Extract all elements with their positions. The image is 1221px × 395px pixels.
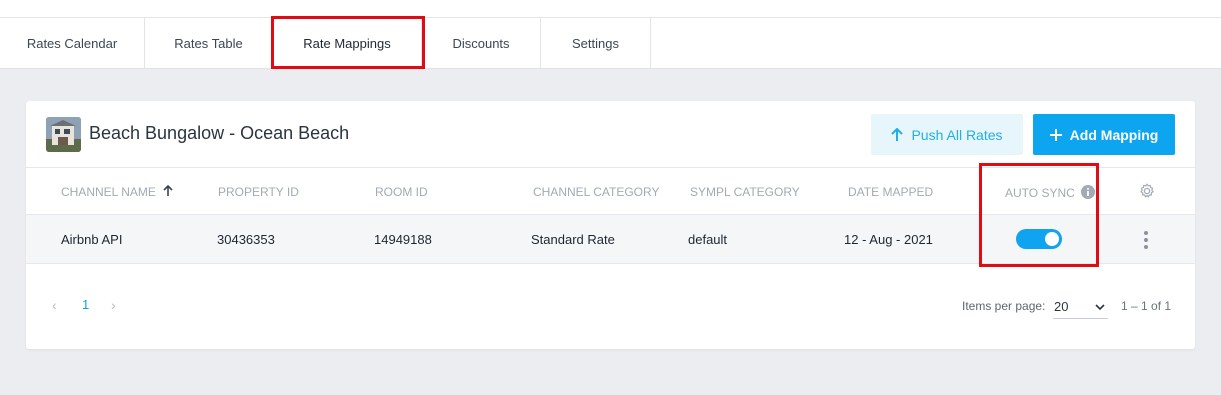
items-per-page-label: Items per page:: [962, 299, 1046, 313]
auto-sync-toggle[interactable]: [1016, 229, 1062, 249]
tab-rates-table[interactable]: Rates Table: [145, 18, 273, 68]
top-bar: [0, 0, 1221, 18]
push-all-rates-label: Push All Rates: [911, 126, 1003, 143]
pagination-range: 1 – 1 of 1: [1121, 299, 1172, 313]
table-row[interactable]: Airbnb API 30436353 14949188 Standard Ra…: [26, 215, 1195, 264]
mappings-card: Beach Bungalow - Ocean Beach Push All Ra…: [26, 101, 1195, 349]
arrow-up-icon: [891, 127, 904, 142]
cell-channel-category: Standard Rate: [531, 232, 615, 247]
header-room-id: ROOM ID: [375, 185, 428, 199]
header-property-id: PROPERTY ID: [218, 185, 299, 199]
plus-icon: [1049, 128, 1062, 141]
add-mapping-button[interactable]: Add Mapping: [1033, 114, 1175, 155]
tab-rates-calendar[interactable]: Rates Calendar: [0, 18, 145, 68]
sort-arrow-up-icon: [163, 184, 173, 200]
cell-date-mapped: 12 - Aug - 2021: [844, 232, 933, 247]
info-icon[interactable]: [1081, 185, 1096, 202]
toggle-knob: [1045, 232, 1059, 246]
table-header: CHANNEL NAME PROPERTY ID ROOM ID CHANNEL…: [26, 168, 1195, 215]
cell-property-id: 30436353: [217, 232, 275, 247]
property-thumbnail: [46, 117, 81, 152]
tab-discounts[interactable]: Discounts: [422, 18, 541, 68]
items-per-page-select[interactable]: 20: [1053, 294, 1108, 319]
header-date-mapped: DATE MAPPED: [848, 185, 934, 199]
add-mapping-label: Add Mapping: [1069, 126, 1159, 143]
header-auto-sync: AUTO SYNC: [1005, 185, 1096, 202]
property-title: Beach Bungalow - Ocean Beach: [89, 123, 350, 143]
header-channel-name[interactable]: CHANNEL NAME: [61, 184, 173, 200]
tab-rate-mappings[interactable]: Rate Mappings: [273, 18, 422, 68]
tab-settings[interactable]: Settings: [541, 18, 651, 68]
header-channel-category: CHANNEL CATEGORY: [533, 185, 660, 199]
header-sympl-category: SYMPL CATEGORY: [690, 185, 800, 199]
push-all-rates-button[interactable]: Push All Rates: [871, 114, 1023, 155]
card-header: Beach Bungalow - Ocean Beach Push All Ra…: [26, 101, 1195, 168]
next-page-icon[interactable]: ›: [111, 297, 116, 313]
cell-room-id: 14949188: [374, 232, 432, 247]
chevron-down-icon: [1095, 299, 1105, 314]
cell-channel-name: Airbnb API: [61, 232, 123, 247]
previous-page-icon[interactable]: ‹: [52, 297, 57, 313]
items-per-page-value: 20: [1054, 299, 1069, 314]
column-settings-gear-icon[interactable]: [1139, 183, 1155, 202]
cell-sympl-category: default: [688, 232, 728, 247]
page-number[interactable]: 1: [82, 297, 89, 312]
row-more-menu-icon[interactable]: [1140, 230, 1152, 250]
tab-bar: Rates Calendar Rates Table Rate Mappings…: [0, 18, 1221, 69]
